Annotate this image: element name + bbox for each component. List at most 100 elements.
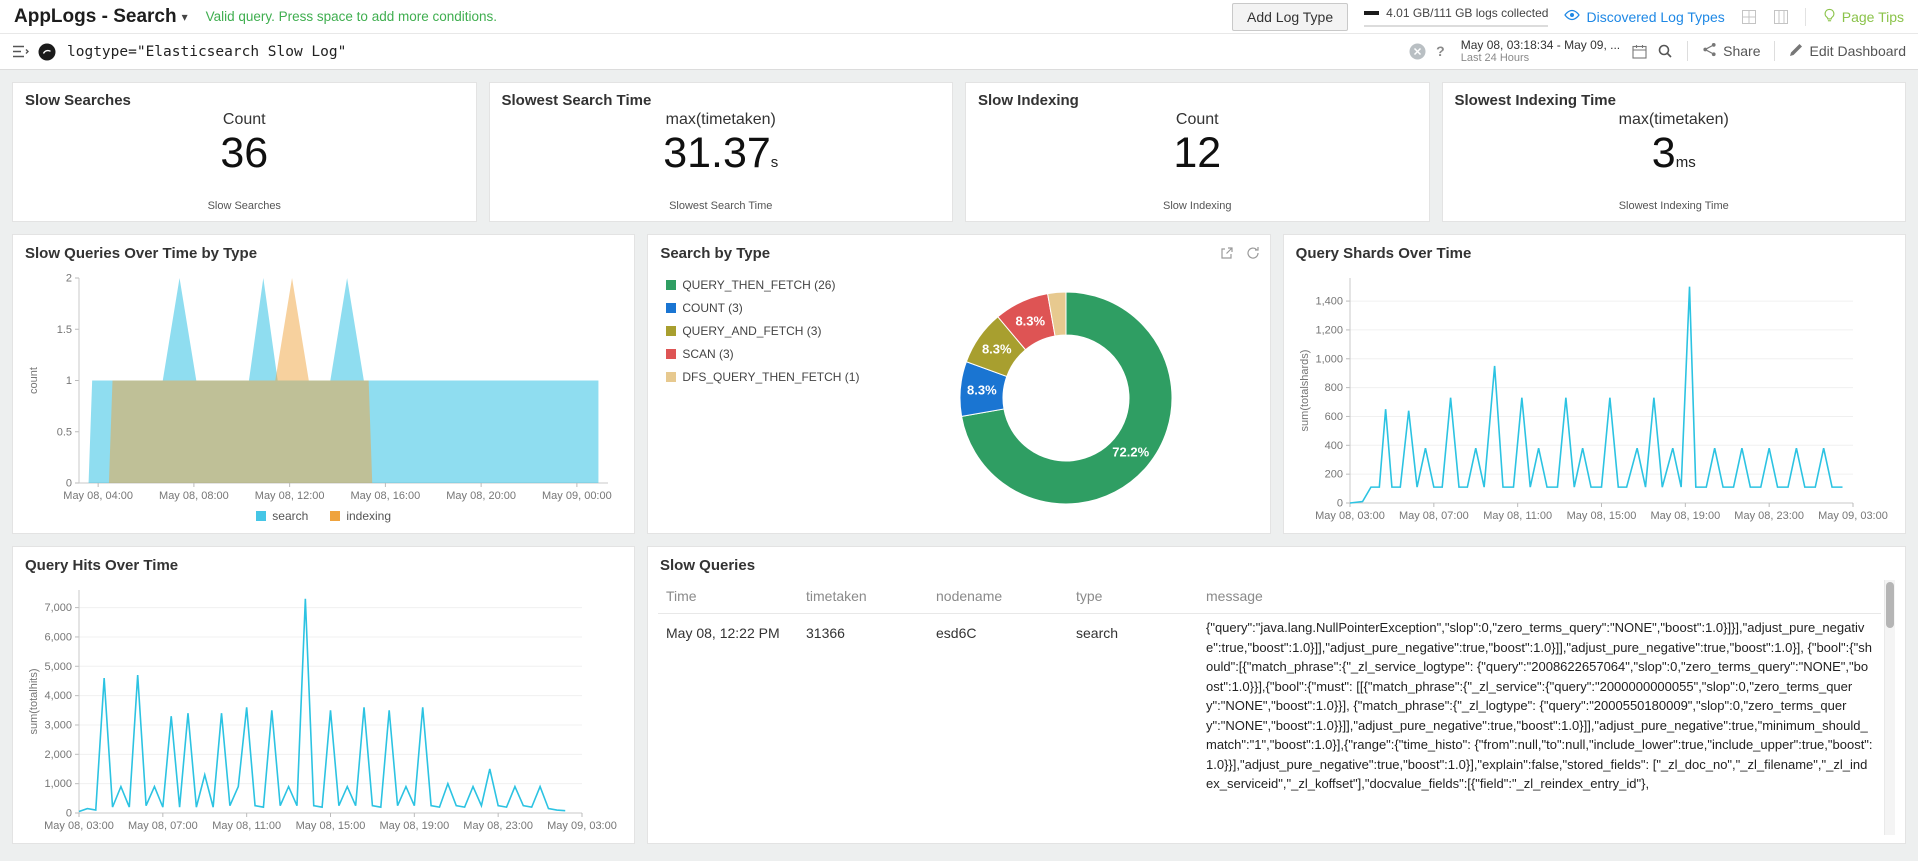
- cell-type: search: [1076, 625, 1119, 641]
- legend-item[interactable]: QUERY_THEN_FETCH (26): [666, 278, 859, 292]
- kpi-title: Slow Indexing: [978, 92, 1079, 109]
- kpi-slowest-indexing-time: Slowest Indexing Time max(timetaken) 3ms…: [1441, 82, 1906, 222]
- table-scrollbar-thumb[interactable]: [1886, 582, 1894, 628]
- kpi-footer-label: Slowest Indexing Time: [1618, 200, 1729, 212]
- cell-nodename: esd6C: [936, 625, 977, 641]
- divider: [1804, 7, 1806, 26]
- kpi-slow-indexing: Slow Indexing Count 12 Slow Indexing: [965, 82, 1430, 222]
- layout-grid-icon[interactable]: [1741, 9, 1757, 25]
- svg-text:7,000: 7,000: [44, 602, 72, 614]
- panel-title: Slow Queries: [660, 557, 756, 574]
- kpi-metric-label: max(timetaken): [1618, 111, 1729, 128]
- refresh-icon[interactable]: [1246, 246, 1260, 265]
- svg-text:0.5: 0.5: [57, 426, 72, 438]
- query-builder-icon[interactable]: [12, 44, 29, 59]
- kpi-title: Slowest Search Time: [501, 92, 652, 109]
- svg-text:72.2%: 72.2%: [1113, 444, 1150, 459]
- kpi-footer-label: Slow Indexing: [1163, 200, 1232, 212]
- kpi-value: 3ms: [1651, 129, 1696, 177]
- kpi-footer-label: Slow Searches: [207, 200, 281, 212]
- svg-text:8.3%: 8.3%: [967, 383, 997, 398]
- add-log-type-button[interactable]: Add Log Type: [1231, 2, 1349, 31]
- panel-title: Search by Type: [660, 245, 771, 262]
- svg-text:May 08, 04:00: May 08, 04:00: [63, 490, 133, 502]
- search-icon[interactable]: [1657, 43, 1673, 59]
- search-query-input[interactable]: [65, 42, 1401, 61]
- legend-item[interactable]: COUNT (3): [666, 301, 859, 315]
- svg-text:600: 600: [1324, 411, 1342, 423]
- cell-timetaken: 31366: [806, 625, 845, 641]
- donut-chart: 72.2% 8.3% 8.3% 8.3%: [936, 268, 1196, 533]
- lightbulb-icon: [1822, 8, 1837, 26]
- discovered-log-types-link[interactable]: Discovered Log Types: [1564, 7, 1725, 26]
- svg-text:8.3%: 8.3%: [982, 342, 1012, 357]
- column-header-message: message: [1198, 580, 1881, 614]
- date-range-text: May 08, 03:18:34 - May 09, ...: [1460, 37, 1621, 52]
- edit-dashboard-button[interactable]: Edit Dashboard: [1789, 43, 1906, 60]
- date-range-preset: Last 24 Hours: [1460, 52, 1530, 65]
- kpi-title: Slowest Indexing Time: [1454, 92, 1616, 109]
- panel-query-shards-over-time: Query Shards Over Time 0 200 400 600 800 1,00…: [1282, 234, 1906, 534]
- calendar-icon[interactable]: [1632, 44, 1647, 59]
- kpi-metric-label: Count: [1175, 111, 1219, 128]
- legend-swatch: [666, 372, 677, 382]
- svg-text:800: 800: [1324, 382, 1342, 394]
- svg-text:May 09, 03:00: May 09, 03:00: [547, 820, 617, 832]
- pencil-icon: [1789, 43, 1803, 60]
- svg-text:May 08, 07:00: May 08, 07:00: [1399, 510, 1469, 522]
- svg-text:400: 400: [1324, 440, 1342, 452]
- svg-text:1,000: 1,000: [1315, 353, 1343, 365]
- table-wrap: Time timetaken nodename type message May…: [658, 580, 1895, 835]
- columns-icon[interactable]: [1773, 9, 1789, 25]
- svg-text:May 08, 12:00: May 08, 12:00: [255, 490, 325, 502]
- share-icon: [1702, 42, 1717, 60]
- share-button[interactable]: Share: [1702, 42, 1760, 60]
- svg-text:8.3%: 8.3%: [1016, 313, 1046, 328]
- kpi-metric-label: max(timetaken): [665, 111, 776, 128]
- logtype-icon: [38, 43, 56, 61]
- clear-query-icon[interactable]: [1409, 43, 1426, 60]
- table-row[interactable]: May 08, 12:22 PM 31366 esd6C search {"qu…: [658, 614, 1881, 805]
- svg-text:1,000: 1,000: [44, 778, 72, 790]
- legend-item-search[interactable]: search: [256, 509, 308, 523]
- legend-swatch: [666, 303, 677, 313]
- kpi-title: Slow Searches: [25, 92, 131, 109]
- quota-text: 4.01 GB/111 GB logs collected: [1386, 6, 1549, 20]
- legend-item[interactable]: QUERY_AND_FETCH (3): [666, 324, 859, 338]
- help-icon[interactable]: ?: [1436, 43, 1445, 59]
- column-header-time: Time: [658, 580, 798, 614]
- panel-search-by-type: Search by Type QUERY_THEN_FETCH (26) COU…: [647, 234, 1271, 534]
- column-header-nodename: nodename: [928, 580, 1068, 614]
- bottom-row: Query Hits Over Time 0 1,000 2,000 3,000 4,0…: [12, 546, 1906, 844]
- chevron-down-icon[interactable]: ▾: [182, 10, 188, 24]
- export-icon[interactable]: [1220, 246, 1234, 265]
- panel-slow-queries-table: Slow Queries Time timetaken nodename typ…: [647, 546, 1906, 844]
- search-bar: ? May 08, 03:18:34 - May 09, ... Last 24…: [0, 34, 1918, 70]
- eye-icon: [1564, 7, 1581, 26]
- line-chart-query-hits: 0 1,000 2,000 3,000 4,000 5,000 6,000 7,000 May …: [23, 580, 624, 835]
- legend-item[interactable]: SCAN (3): [666, 347, 859, 361]
- legend-item-indexing[interactable]: indexing: [330, 509, 391, 523]
- svg-text:count: count: [28, 367, 40, 394]
- svg-text:May 08, 11:00: May 08, 11:00: [212, 820, 281, 832]
- legend-swatch: [256, 511, 267, 521]
- charts-row: Slow Queries Over Time by Type 0 0.5 1 1.5 2…: [12, 234, 1906, 534]
- legend-item[interactable]: DFS_QUERY_THEN_FETCH (1): [666, 370, 859, 384]
- kpi-value: 31.37s: [663, 129, 779, 177]
- cell-message: {"query":"java.lang.NullPointerException…: [1206, 620, 1873, 791]
- kpi-value: 36: [220, 129, 269, 177]
- page-tips-button[interactable]: Page Tips: [1822, 8, 1904, 26]
- date-range-selector[interactable]: May 08, 03:18:34 - May 09, ... Last 24 H…: [1461, 38, 1620, 66]
- table-scrollbar: [1884, 580, 1895, 835]
- svg-text:3,000: 3,000: [44, 719, 72, 731]
- svg-text:1.5: 1.5: [57, 324, 72, 336]
- svg-text:May 08, 20:00: May 08, 20:00: [446, 490, 516, 502]
- svg-text:May 08, 03:00: May 08, 03:00: [1315, 510, 1385, 522]
- legend-swatch: [330, 511, 341, 521]
- kpi-metric-label: Count: [222, 111, 266, 128]
- panel-title: Query Shards Over Time: [1295, 245, 1472, 262]
- slow-queries-table: Time timetaken nodename type message May…: [658, 580, 1881, 805]
- quota-progress-fill: [1364, 11, 1380, 15]
- legend-swatch: [666, 326, 677, 336]
- svg-text:0: 0: [66, 808, 72, 820]
